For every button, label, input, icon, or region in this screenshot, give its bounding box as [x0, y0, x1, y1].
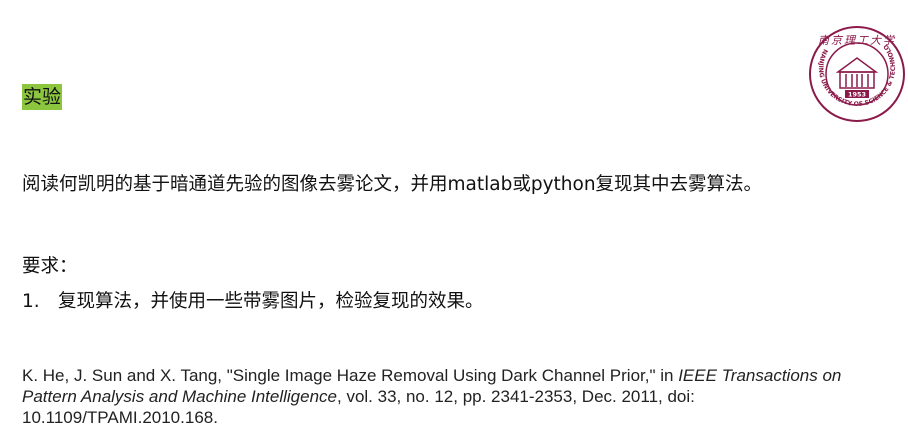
requirement-text: 复现算法，并使用一些带雾图片，检验复现的效果。: [58, 291, 484, 312]
logo-building-icon: [835, 57, 879, 89]
logo-year: 1953: [848, 91, 866, 99]
task-description: 阅读何凯明的基于暗通道先验的图像去雾论文，并用matlab或python复现其中…: [22, 174, 763, 195]
requirement-number: 1.: [22, 291, 40, 312]
citation: K. He, J. Sun and X. Tang, "Single Image…: [22, 365, 882, 428]
requirements-label: 要求：: [22, 256, 78, 277]
citation-authors-title: K. He, J. Sun and X. Tang, "Single Image…: [22, 366, 679, 385]
requirement-item: 1. 复现算法，并使用一些带雾图片，检验复现的效果。: [22, 289, 484, 315]
university-logo: 南京理工大学 NANJING UNIVERSITY OF SCIENCE & T…: [802, 10, 905, 122]
logo-top-text: 南京理工大学: [818, 34, 896, 47]
section-heading: 实验: [22, 84, 63, 110]
